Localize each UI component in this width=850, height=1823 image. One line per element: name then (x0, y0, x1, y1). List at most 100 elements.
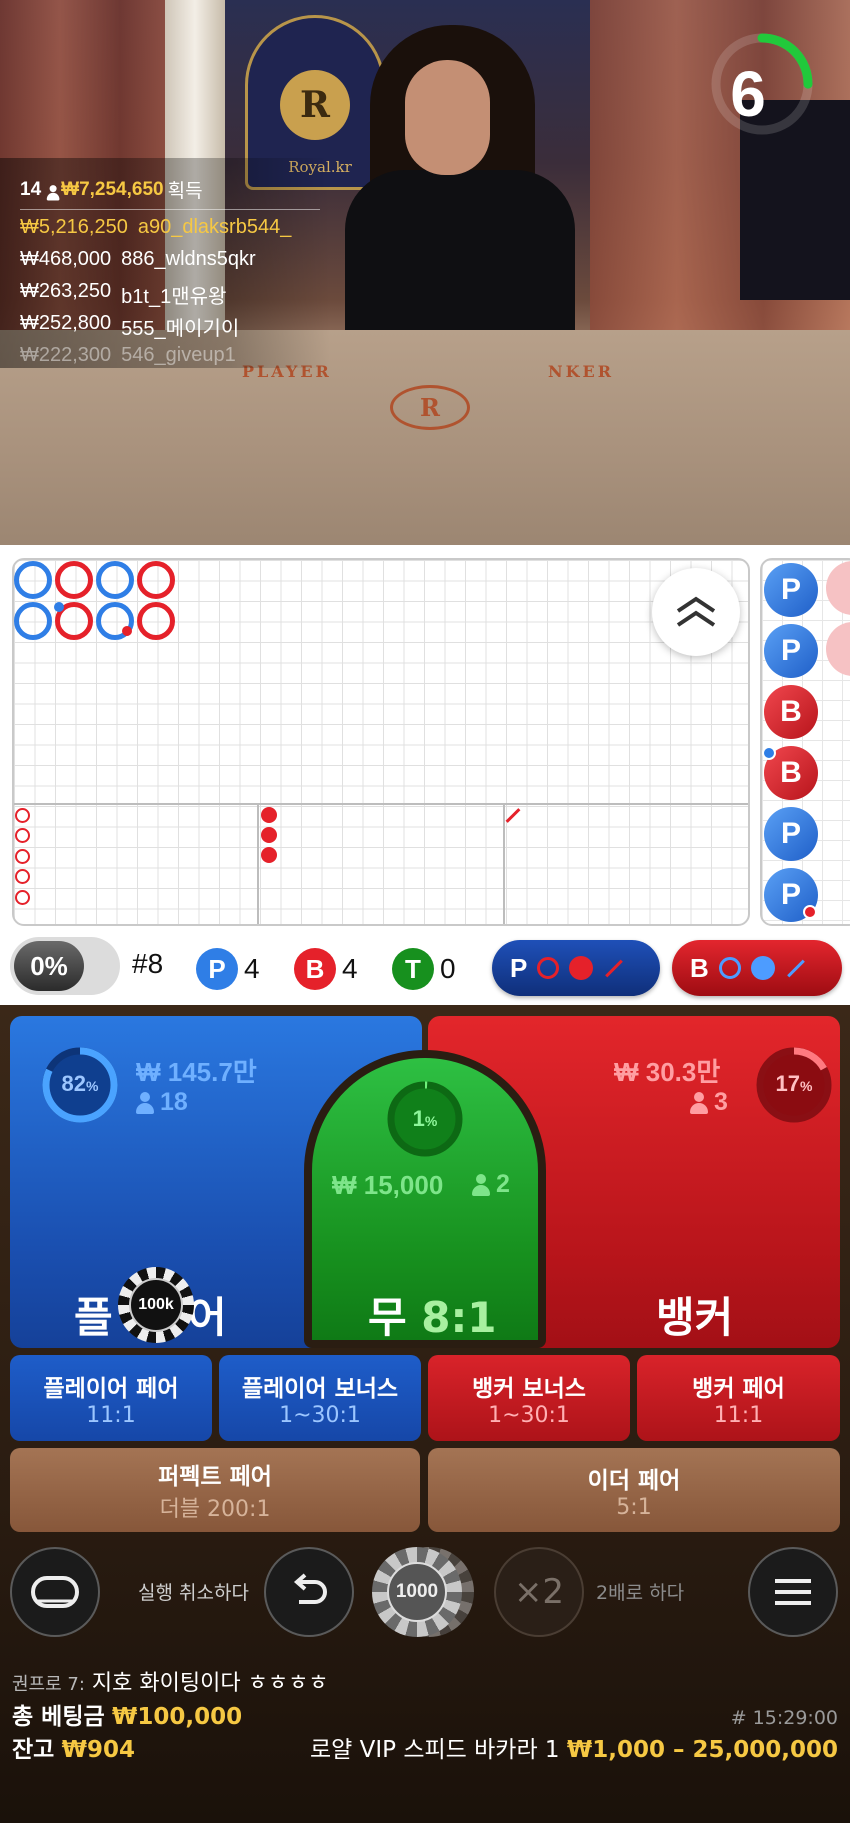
table-logo: R (390, 385, 470, 430)
game-screen: R Royal.kr PLAYER NKER R 6 14 ₩7,254,650… (0, 0, 850, 1823)
tie-stat: T 0 (392, 948, 456, 990)
table-view-icon (31, 1576, 79, 1608)
small-road-mark (15, 828, 30, 843)
winner-row: ₩263,250 b1t_1맨유왕 (20, 280, 227, 308)
small-road-mark (15, 890, 30, 905)
chat-text: 지호 화이팅이다 ㅎㅎㅎㅎ (91, 1671, 329, 1696)
slash-icon (605, 959, 624, 977)
tie-title: 무 8:1 (368, 1293, 497, 1342)
player-badge-icon: P (196, 948, 238, 990)
crest-logo: R (280, 70, 350, 140)
balance: ₩904 (61, 1737, 136, 1763)
double-button[interactable]: ×2 (494, 1547, 584, 1637)
bead-banker: B (764, 685, 818, 739)
pair-dot (803, 905, 817, 919)
player-title-left: 플 (74, 1293, 113, 1342)
tie-pct: 1% (412, 1106, 438, 1131)
road-mark-banker (137, 602, 175, 640)
winners-header: 14 ₩7,254,650 획득 (20, 176, 203, 203)
dot-icon (569, 956, 594, 980)
player-bettors: 18 (136, 1088, 188, 1117)
player-wins-stat: P 4 (196, 948, 260, 990)
person-icon (472, 1173, 490, 1196)
dot-icon (750, 956, 775, 980)
bet-limits: ₩1,000 – 25,000,000 (566, 1737, 838, 1763)
small-road-dot (261, 807, 277, 823)
bead-road-grid[interactable] (760, 558, 850, 926)
tie-total-bet: ₩ 15,000 (332, 1170, 444, 1200)
slash-icon (786, 959, 805, 977)
menu-button[interactable] (748, 1547, 838, 1637)
player-ask-button[interactable]: P (492, 940, 660, 996)
placed-chip: 100k (118, 1267, 194, 1343)
ring-icon (718, 957, 741, 979)
small-road-dot (261, 827, 277, 843)
tie-bettors: 2 (472, 1170, 510, 1199)
banker-ask-button[interactable]: B (672, 940, 842, 996)
hamburger-menu-icon (775, 1579, 811, 1605)
big-road-grid[interactable] (12, 558, 750, 926)
person-icon (46, 184, 60, 200)
pair-dot (54, 602, 64, 612)
total-bet: ₩100,000 (111, 1704, 243, 1730)
double-icon: ×2 (513, 1572, 565, 1612)
road-mark-banker (137, 561, 175, 599)
pair-dot (122, 626, 132, 636)
player-bonus-bet[interactable]: 플레이어 보너스 1~30:1 (219, 1355, 421, 1441)
winners-total: ₩7,254,650 (61, 178, 164, 200)
ring-icon (537, 957, 560, 979)
player-pct: 82% (61, 1071, 99, 1096)
bead-player: P (764, 807, 818, 861)
winner-row: ₩468,000 886_wldns5qkr (20, 248, 256, 270)
banker-pair-bet[interactable]: 뱅커 페어 11:1 (637, 1355, 840, 1441)
pair-dot (762, 746, 776, 760)
banker-bettors: 3 (690, 1088, 728, 1117)
total-bet-row: 총 베팅금 ₩100,000 # 15:29:00 (12, 1704, 838, 1730)
banker-bonus-bet[interactable]: 뱅커 보너스 1~30:1 (428, 1355, 630, 1441)
round-number: #8 (132, 948, 164, 979)
small-road-mark (15, 869, 30, 884)
cockroach-road-mark (505, 808, 521, 823)
table-name: 로얄 VIP 스피드 바카라 1 (310, 1737, 560, 1763)
balance-row: 잔고 ₩904 로얄 VIP 스피드 바카라 1 ₩1,000 – 25,000… (12, 1737, 838, 1763)
banker-title: 뱅커 (656, 1293, 734, 1342)
bead-player: P (764, 624, 818, 678)
player-total-bet: ₩ 145.7만 (136, 1057, 257, 1087)
undo-label: 실행 취소하다 (138, 1582, 249, 1604)
undo-icon (293, 1573, 327, 1604)
double-chevron-up-icon (676, 596, 716, 627)
road-mark-player (14, 602, 52, 640)
road-mark-player (14, 561, 52, 599)
winner-row: ₩222,300 546_giveup1 (20, 344, 236, 366)
small-road-mark (15, 849, 30, 864)
chat-author: 권프로 7: (12, 1674, 85, 1695)
tie-badge-icon: T (392, 948, 434, 990)
countdown-seconds: 6 (730, 58, 766, 130)
road-mark-banker (55, 561, 93, 599)
view-toggle-button[interactable] (10, 1547, 100, 1637)
small-road-dot (261, 847, 277, 863)
banker-wins-stat: B 4 (294, 948, 358, 990)
table-banker-label: NKER (548, 362, 615, 381)
person-icon (136, 1091, 154, 1114)
winner-row: ₩252,800 555_메이기이 (20, 312, 240, 340)
banker-total-bet: ₩ 30.3만 (614, 1057, 721, 1087)
perfect-pair-bet[interactable]: 퍼펙트 페어 더블 200:1 (10, 1448, 420, 1532)
undo-button[interactable] (264, 1547, 354, 1637)
small-road-mark (15, 808, 30, 823)
player-pair-bet[interactable]: 플레이어 페어 11:1 (10, 1355, 212, 1441)
double-label: 2배로 하다 (596, 1582, 685, 1604)
either-pair-bet[interactable]: 이더 페어 5:1 (428, 1448, 840, 1532)
winner-row: ₩5,216,250 a90_dlaksrb544_ (20, 216, 292, 238)
winners-count: 14 (20, 178, 42, 200)
round-id: # 15:29:00 (730, 1707, 838, 1729)
selected-chip[interactable]: 1000 (372, 1547, 462, 1637)
chip-selector[interactable]: 1000 (372, 1547, 474, 1637)
bead-player: P (764, 563, 818, 617)
winners-suffix: 획득 (167, 181, 203, 202)
banker-pct: 17% (775, 1071, 813, 1096)
person-icon (690, 1091, 708, 1114)
expand-roadmap-button[interactable] (652, 568, 740, 656)
chat-message: 권프로 7: 지호 화이팅이다 ㅎㅎㅎㅎ (12, 1665, 329, 1697)
toggle-percent[interactable]: 0% (14, 941, 84, 991)
